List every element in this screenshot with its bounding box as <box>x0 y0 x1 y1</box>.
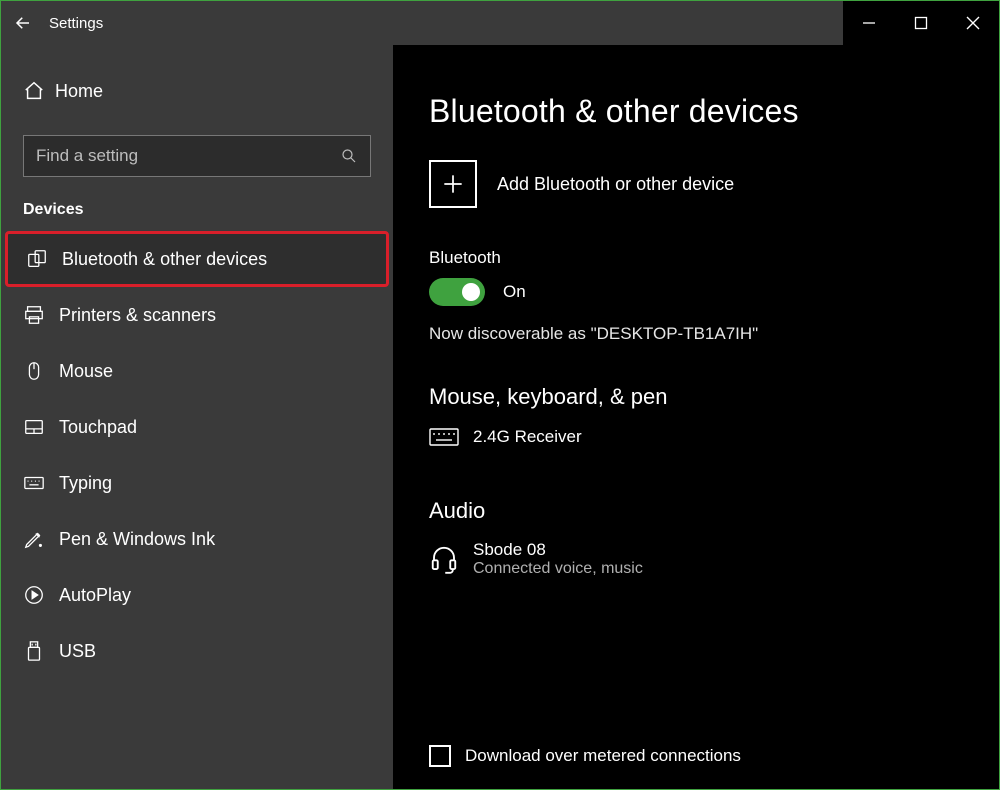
sidebar-item-touchpad[interactable]: Touchpad <box>1 399 393 455</box>
device-name: 2.4G Receiver <box>473 427 582 447</box>
keyboard-device-icon <box>429 426 473 448</box>
sidebar-item-label: Mouse <box>59 361 113 382</box>
sidebar-item-label: Touchpad <box>59 417 137 438</box>
search-input[interactable] <box>36 146 340 166</box>
home-label: Home <box>55 81 103 102</box>
group-title-audio: Audio <box>429 498 963 524</box>
pen-icon <box>23 528 59 550</box>
close-button[interactable] <box>947 1 999 45</box>
metered-label: Download over metered connections <box>465 746 741 766</box>
system-buttons <box>843 1 999 45</box>
page-title: Bluetooth & other devices <box>429 93 963 130</box>
usb-icon <box>23 640 59 662</box>
search-box[interactable] <box>23 135 371 177</box>
main-panel: Bluetooth & other devices Add Bluetooth … <box>393 45 999 789</box>
home-icon <box>23 80 55 102</box>
content-area: Home Devices Bluetooth & other devices P… <box>1 45 999 789</box>
add-device-label: Add Bluetooth or other device <box>497 174 734 195</box>
keyboard-icon <box>23 472 59 494</box>
sidebar-item-label: Bluetooth & other devices <box>62 249 267 270</box>
sidebar-item-label: Pen & Windows Ink <box>59 529 215 550</box>
device-name: Sbode 08 <box>473 540 643 560</box>
window-title: Settings <box>49 15 103 32</box>
plus-icon <box>429 160 477 208</box>
sidebar-item-label: USB <box>59 641 96 662</box>
discoverable-text: Now discoverable as "DESKTOP-TB1A7IH" <box>429 324 963 344</box>
bluetooth-toggle-row: On <box>429 278 963 306</box>
sidebar: Home Devices Bluetooth & other devices P… <box>1 45 393 789</box>
back-button[interactable] <box>1 14 45 32</box>
minimize-button[interactable] <box>843 1 895 45</box>
metered-connections-checkbox-row[interactable]: Download over metered connections <box>429 745 741 767</box>
bluetooth-heading: Bluetooth <box>429 248 963 268</box>
sidebar-item-usb[interactable]: USB <box>1 623 393 679</box>
autoplay-icon <box>23 584 59 606</box>
device-status: Connected voice, music <box>473 560 643 578</box>
sidebar-item-bluetooth[interactable]: Bluetooth & other devices <box>5 231 389 287</box>
printer-icon <box>23 304 59 326</box>
sidebar-section-title: Devices <box>1 195 393 231</box>
sidebar-item-label: Printers & scanners <box>59 305 216 326</box>
group-title-mouse-keyboard: Mouse, keyboard, & pen <box>429 384 963 410</box>
metered-checkbox[interactable] <box>429 745 451 767</box>
maximize-button[interactable] <box>895 1 947 45</box>
headset-icon <box>429 544 473 574</box>
sidebar-item-mouse[interactable]: Mouse <box>1 343 393 399</box>
sidebar-item-pen[interactable]: Pen & Windows Ink <box>1 511 393 567</box>
sidebar-item-printers[interactable]: Printers & scanners <box>1 287 393 343</box>
bluetooth-devices-icon <box>26 248 62 270</box>
sidebar-item-home[interactable]: Home <box>1 65 393 117</box>
mouse-icon <box>23 360 59 382</box>
add-device-button[interactable]: Add Bluetooth or other device <box>429 160 963 208</box>
sidebar-item-label: AutoPlay <box>59 585 131 606</box>
sidebar-item-label: Typing <box>59 473 112 494</box>
sidebar-item-autoplay[interactable]: AutoPlay <box>1 567 393 623</box>
bluetooth-toggle-state: On <box>503 282 526 302</box>
touchpad-icon <box>23 416 59 438</box>
bluetooth-toggle[interactable] <box>429 278 485 306</box>
device-row-receiver[interactable]: 2.4G Receiver <box>429 426 963 448</box>
search-icon <box>340 147 358 165</box>
titlebar: Settings <box>1 1 999 45</box>
sidebar-item-typing[interactable]: Typing <box>1 455 393 511</box>
device-row-audio[interactable]: Sbode 08 Connected voice, music <box>429 540 963 578</box>
